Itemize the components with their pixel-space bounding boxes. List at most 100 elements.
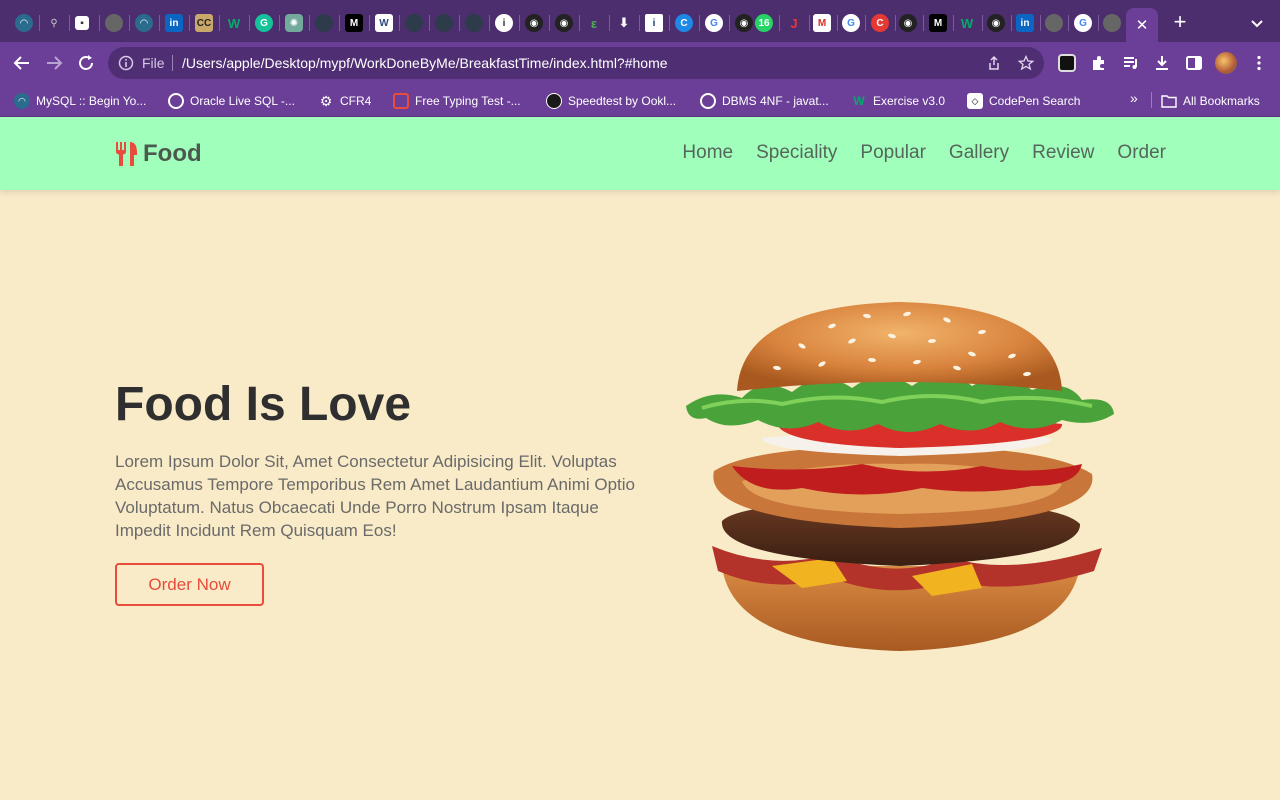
more-bookmarks-button[interactable]: »: [1130, 90, 1138, 106]
download-icon[interactable]: [1153, 54, 1171, 72]
media-queue-icon[interactable]: [1122, 54, 1140, 72]
tab-divider: [579, 15, 580, 31]
w3schools-tab-icon[interactable]: W: [225, 14, 243, 32]
bookmark-item[interactable]: ◠ MySQL :: Begin Yo...: [14, 92, 146, 110]
google-tab-icon[interactable]: G: [842, 14, 860, 32]
c-tab-icon[interactable]: C: [675, 14, 693, 32]
nav-link-home[interactable]: Home: [682, 142, 733, 164]
bookmark-item[interactable]: W Exercise v3.0: [851, 92, 945, 110]
nav-link-gallery[interactable]: Gallery: [949, 142, 1009, 164]
hero-description: Lorem Ipsum Dolor Sit, Amet Consectetur …: [115, 452, 636, 540]
order-now-button[interactable]: Order Now: [115, 563, 264, 606]
github-tab-icon[interactable]: ◉: [735, 14, 753, 32]
chatgpt-tab-icon[interactable]: ✺: [285, 14, 303, 32]
medium-tab-icon[interactable]: M: [929, 14, 947, 32]
tab-divider: [459, 15, 460, 31]
grammarly-tab-icon[interactable]: G: [255, 14, 273, 32]
gmail-tab-icon[interactable]: M: [813, 14, 831, 32]
all-bookmarks-label: All Bookmarks: [1183, 94, 1260, 108]
github-tab-icon[interactable]: ◉: [555, 14, 573, 32]
linkedin-tab-icon[interactable]: in: [165, 14, 183, 32]
close-tab-icon[interactable]: ✕: [1136, 16, 1149, 34]
nav-link-speciality[interactable]: Speciality: [756, 142, 837, 164]
w3-tab-icon[interactable]: W: [375, 14, 393, 32]
nav-link-popular[interactable]: Popular: [860, 142, 926, 164]
w3schools-tab-icon[interactable]: W: [958, 14, 976, 32]
tab-divider: [809, 15, 810, 31]
chevron-down-icon[interactable]: [1248, 14, 1266, 32]
nav-link-review[interactable]: Review: [1032, 142, 1094, 164]
bookmark-item[interactable]: DBMS 4NF - javat...: [700, 92, 829, 110]
leaf-tab-icon[interactable]: ε: [585, 14, 603, 32]
address-divider: [172, 55, 173, 71]
globe-tab-icon[interactable]: [105, 14, 123, 32]
back-arrow-icon[interactable]: [12, 53, 32, 73]
github-tab-icon[interactable]: ◉: [899, 14, 917, 32]
mysql-icon: ◠: [14, 93, 30, 109]
dark-tab-icon[interactable]: [465, 14, 483, 32]
tab-divider: [1040, 15, 1041, 31]
globe-tab-icon[interactable]: [1103, 14, 1121, 32]
tab-divider: [639, 15, 640, 31]
bookmark-item[interactable]: Speedtest by Ookl...: [546, 92, 676, 110]
tab-divider: [129, 15, 130, 31]
google-tab-icon[interactable]: G: [705, 14, 723, 32]
github-tab-icon[interactable]: ◉: [525, 14, 543, 32]
github-tab-icon[interactable]: ◉: [987, 14, 1005, 32]
share-icon[interactable]: [986, 55, 1002, 71]
bookmark-label: Speedtest by Ookl...: [568, 94, 677, 108]
new-tab-button[interactable]: +: [1170, 11, 1190, 33]
whatsapp-tab-icon[interactable]: 16: [755, 14, 773, 32]
bookmark-item[interactable]: ⚙ CFR4: [318, 92, 372, 110]
cc-tab-icon[interactable]: CC: [195, 14, 213, 32]
medium-tab-icon[interactable]: M: [345, 14, 363, 32]
tab-divider: [669, 15, 670, 31]
kebab-menu-icon[interactable]: [1250, 54, 1268, 72]
folder-icon: [1161, 95, 1177, 108]
dark-tab-icon[interactable]: [315, 14, 333, 32]
mysql-tab-icon[interactable]: ◠: [15, 14, 33, 32]
all-bookmarks-button[interactable]: All Bookmarks: [1161, 92, 1260, 110]
hero-title: Food Is Love: [115, 378, 412, 431]
tab-divider: [39, 15, 40, 31]
profile-avatar[interactable]: [1215, 52, 1237, 74]
mysql-tab-icon[interactable]: ◠: [135, 14, 153, 32]
linkedin-tab-icon[interactable]: in: [1016, 14, 1034, 32]
reload-icon[interactable]: [76, 53, 96, 73]
tab-divider: [895, 15, 896, 31]
url-text[interactable]: /Users/apple/Desktop/mypf/WorkDoneByMe/B…: [182, 55, 668, 71]
tab-divider: [249, 15, 250, 31]
forward-arrow-icon[interactable]: [44, 53, 64, 73]
bookmark-item[interactable]: ◇ CodePen Search: [967, 92, 1080, 110]
bookmark-item[interactable]: Free Typing Test -...: [393, 92, 521, 110]
nav-link-order[interactable]: Order: [1117, 142, 1166, 164]
side-panel-icon[interactable]: [1185, 54, 1203, 72]
tab-divider: [1098, 15, 1099, 31]
runner-tab-icon[interactable]: ⚲: [45, 14, 63, 32]
tab-divider: [99, 15, 100, 31]
puzzle-extensions-icon[interactable]: [1090, 54, 1108, 72]
c-red-tab-icon[interactable]: C: [871, 14, 889, 32]
tab-divider: [609, 15, 610, 31]
red-tab-icon[interactable]: J: [785, 14, 803, 32]
tab-divider: [953, 15, 954, 31]
active-tab[interactable]: ✕: [1126, 8, 1158, 42]
extension-icon[interactable]: [1058, 54, 1076, 72]
site-logo[interactable]: Food: [115, 140, 202, 168]
dark-tab-icon[interactable]: [435, 14, 453, 32]
w3-icon: W: [853, 94, 865, 108]
speedtest-icon: [546, 93, 562, 109]
google-tab-icon[interactable]: G: [1074, 14, 1092, 32]
bookmark-item[interactable]: Oracle Live SQL -...: [168, 92, 295, 110]
info-page-tab-icon[interactable]: i: [645, 14, 663, 32]
dark-tab-icon[interactable]: [405, 14, 423, 32]
doc-tab-icon[interactable]: ▪: [75, 16, 89, 30]
gear-icon: ⚙: [319, 92, 333, 109]
bookmark-star-icon[interactable]: [1018, 55, 1034, 71]
info-tab-icon[interactable]: i: [495, 14, 513, 32]
site-info-icon[interactable]: [118, 55, 134, 71]
globe-tab-icon[interactable]: [1045, 14, 1063, 32]
download-tab-icon[interactable]: ⬇: [615, 14, 633, 32]
tab-divider: [189, 15, 190, 31]
tab-divider: [1011, 15, 1012, 31]
